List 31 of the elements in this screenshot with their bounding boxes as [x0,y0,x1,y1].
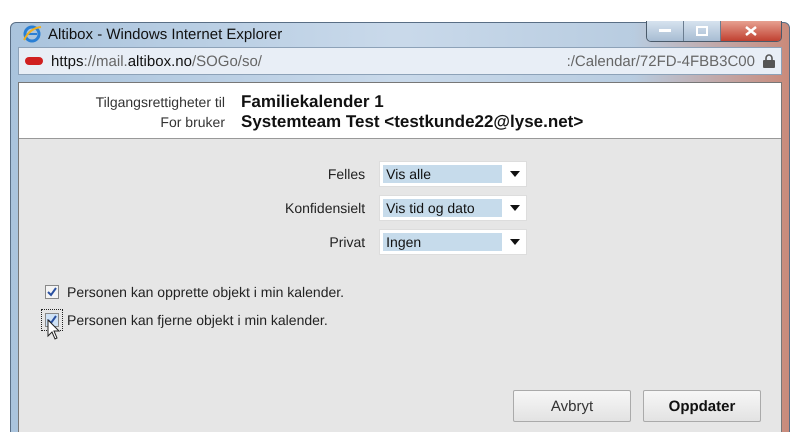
minimize-button[interactable] [647,21,684,41]
field-label: Konfidensielt [285,200,366,216]
maximize-button[interactable] [684,21,721,41]
checkbox[interactable] [45,285,59,299]
field-value: Systemteam Test <testkunde22@lyse.net> [241,112,584,132]
caret-icon [510,171,520,177]
field-label: Tilgangsrettigheter til [94,94,225,110]
field-label: For bruker [159,114,225,130]
window-title: Altibox - Windows Internet Explorer [48,26,282,42]
close-icon [745,26,757,36]
maximize-icon [696,26,708,36]
url-text: https://mail.altibox.no/SOGo/so/ [51,52,262,70]
dropdown[interactable]: Ingen [379,229,528,255]
checkbox-label: Personen kan fjerne objekt i min kalender. [67,312,328,328]
cancel-button[interactable]: Avbryt [513,390,631,422]
browser-logo-icon [22,24,42,44]
url-text: :/Calendar/72FD-4FBB3C00 [566,52,755,70]
field-label: Felles [326,166,366,182]
address-bar[interactable]: https://mail.altibox.no/SOGo/so/ :/Calendar/72FD-4FBB3C00 [18,47,782,75]
dropdown[interactable]: Vis alle [379,161,528,187]
site-badge-icon [25,57,43,65]
update-button[interactable]: Oppdater [643,390,761,422]
field-value: Familiekalender 1 [241,92,385,112]
close-button[interactable] [721,21,781,41]
dropdown[interactable]: Vis tid og dato [379,195,528,221]
caret-icon [510,239,520,245]
lock-icon [763,54,775,68]
minimize-icon [659,29,671,33]
caret-icon [510,205,520,211]
checkbox-label: Personen kan opprette objekt i min kalender. [67,284,344,300]
field-label: Privat [328,234,366,250]
